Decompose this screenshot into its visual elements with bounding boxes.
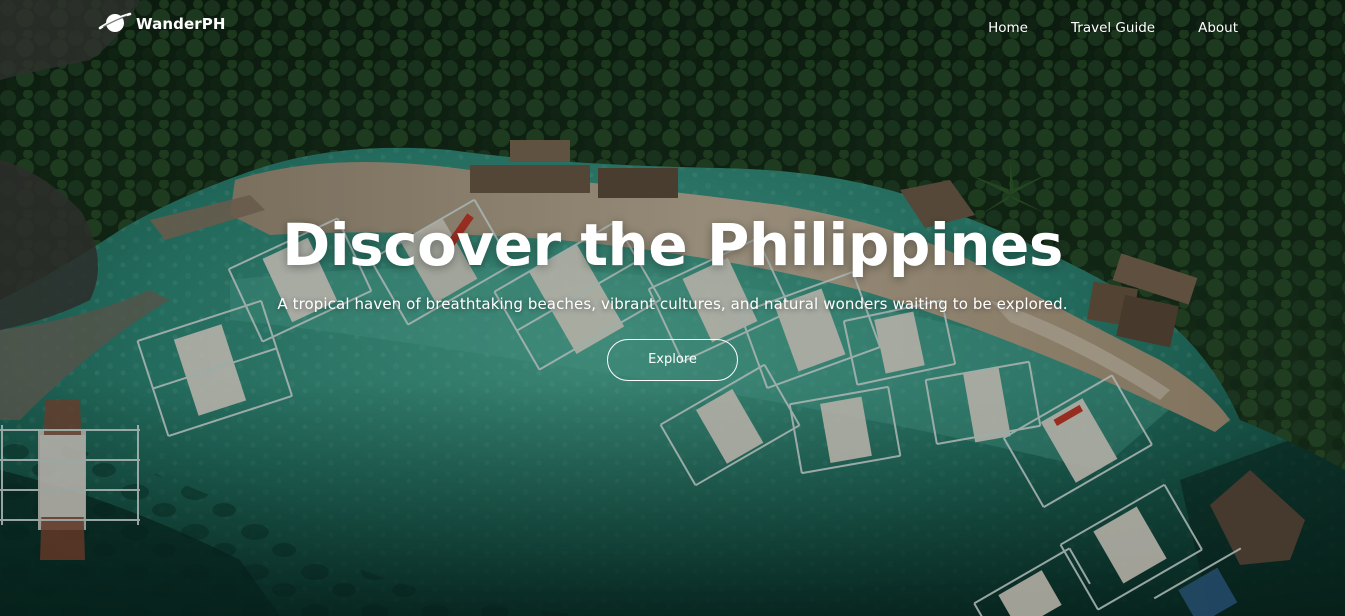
nav-menu: Home Travel Guide About [988, 17, 1238, 36]
nav-link-about[interactable]: About [1198, 20, 1238, 36]
navbar: WanderPH Home Travel Guide About [0, 0, 1345, 54]
hero-section: WanderPH Home Travel Guide About Discove… [0, 0, 1345, 616]
hero-title: Discover the Philippines [282, 211, 1063, 279]
nav-item-travel-guide: Travel Guide [1071, 17, 1155, 36]
explore-button[interactable]: Explore [607, 339, 738, 381]
nav-item-about: About [1198, 17, 1238, 36]
brand-logo[interactable]: WanderPH [98, 8, 225, 38]
hero-content: Discover the Philippines A tropical have… [0, 205, 1345, 381]
globe-orbit-icon [98, 12, 132, 32]
brand-name: WanderPH [136, 14, 226, 33]
nav-item-home: Home [988, 17, 1028, 36]
nav-link-home[interactable]: Home [988, 20, 1028, 36]
nav-link-travel-guide[interactable]: Travel Guide [1071, 20, 1155, 36]
hero-subtitle: A tropical haven of breathtaking beaches… [277, 295, 1068, 313]
